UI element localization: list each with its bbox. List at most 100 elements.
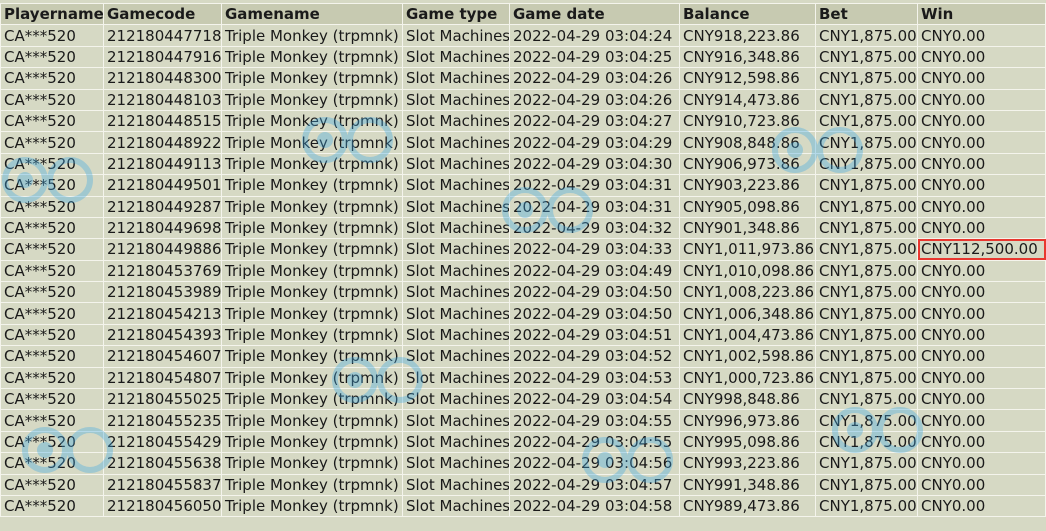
cell-playername: CA***520	[0, 131, 104, 154]
cell-game-type: Slot Machines	[402, 195, 510, 218]
cell-win: CNY0.00	[917, 216, 1046, 240]
cell-gamename: Triple Monkey (trpmnk)	[221, 302, 403, 325]
table-row: CA***520 212180453769 Triple Monkey (trpmn…	[0, 259, 1046, 283]
cell-gamecode: 212180456050	[103, 494, 222, 518]
cell-playername: CA***520	[0, 452, 104, 475]
cell-game-date: 2022-04-29 03:04:55	[509, 409, 680, 432]
cell-game-type: Slot Machines	[402, 323, 510, 347]
cell-playername: CA***520	[0, 216, 104, 240]
cell-gamename: Triple Monkey (trpmnk)	[221, 281, 403, 304]
cell-win: CNY0.00	[917, 281, 1046, 304]
cell-playername: CA***520	[0, 494, 104, 518]
cell-bet: CNY1,875.00	[815, 88, 918, 111]
cell-bet: CNY1,875.00	[815, 452, 918, 475]
cell-gamename: Triple Monkey (trpmnk)	[221, 238, 403, 261]
cell-gamename: Triple Monkey (trpmnk)	[221, 452, 403, 475]
cell-game-date: 2022-04-29 03:04:26	[509, 88, 680, 111]
table-row: CA***520 212180449113 Triple Monkey (trpmn…	[0, 152, 1046, 176]
cell-win: CNY0.00	[917, 452, 1046, 475]
table-row: CA***520 212180455429 Triple Monkey (trpmn…	[0, 430, 1046, 454]
cell-bet: CNY1,875.00	[815, 45, 918, 69]
cell-gamecode: 212180454807	[103, 366, 222, 390]
cell-bet: CNY1,875.00	[815, 366, 918, 390]
cell-game-type: Slot Machines	[402, 88, 510, 111]
cell-gamecode: 212180448300	[103, 67, 222, 90]
cell-balance: CNY1,006,348.86	[679, 302, 816, 325]
cell-playername: CA***520	[0, 323, 104, 347]
cell-balance: CNY996,973.86	[679, 409, 816, 432]
cell-game-date: 2022-04-29 03:04:53	[509, 366, 680, 390]
cell-bet: CNY1,875.00	[815, 281, 918, 304]
cell-gamecode: 212180455429	[103, 430, 222, 454]
cell-balance: CNY914,473.86	[679, 88, 816, 111]
table-row: CA***520 212180449886 Triple Monkey (trpmn…	[0, 238, 1046, 261]
table-row: CA***520 212180455837 Triple Monkey (trpmn…	[0, 473, 1046, 496]
cell-win: CNY0.00	[917, 45, 1046, 69]
column-header-game-date: Game date	[509, 2, 680, 26]
table-row: CA***520 212180455025 Triple Monkey (trpmn…	[0, 388, 1046, 411]
cell-win: CNY0.00	[917, 195, 1046, 218]
cell-playername: CA***520	[0, 430, 104, 454]
cell-balance: CNY901,348.86	[679, 216, 816, 240]
records-page: Playername Gamecode Gamename Game type Game …	[0, 0, 1046, 531]
cell-balance: CNY989,473.86	[679, 494, 816, 518]
cell-bet: CNY1,875.00	[815, 430, 918, 454]
cell-gamecode: 212180447718	[103, 24, 222, 47]
table-row: CA***520 212180448300 Triple Monkey (trpmn…	[0, 67, 1046, 90]
cell-win: CNY0.00	[917, 494, 1046, 518]
cell-gamename: Triple Monkey (trpmnk)	[221, 24, 403, 47]
table-row: CA***520 212180449501 Triple Monkey (trpmn…	[0, 174, 1046, 197]
cell-gamename: Triple Monkey (trpmnk)	[221, 216, 403, 240]
cell-balance: CNY918,223.86	[679, 24, 816, 47]
cell-win: CNY0.00	[917, 409, 1046, 432]
cell-game-date: 2022-04-29 03:04:52	[509, 345, 680, 368]
cell-game-date: 2022-04-29 03:04:56	[509, 452, 680, 475]
cell-game-date: 2022-04-29 03:04:29	[509, 131, 680, 154]
table-header-row: Playername Gamecode Gamename Game type Game …	[0, 2, 1046, 26]
cell-gamecode: 212180448922	[103, 131, 222, 154]
cell-bet: CNY1,875.00	[815, 152, 918, 176]
cell-win: CNY0.00	[917, 345, 1046, 368]
cell-win: CNY0.00	[917, 366, 1046, 390]
cell-gamename: Triple Monkey (trpmnk)	[221, 494, 403, 518]
cell-win: CNY0.00	[917, 473, 1046, 496]
cell-game-date: 2022-04-29 03:04:25	[509, 45, 680, 69]
cell-win: CNY0.00	[917, 174, 1046, 197]
cell-gamename: Triple Monkey (trpmnk)	[221, 388, 403, 411]
cell-balance: CNY1,000,723.86	[679, 366, 816, 390]
cell-bet: CNY1,875.00	[815, 174, 918, 197]
cell-gamename: Triple Monkey (trpmnk)	[221, 109, 403, 133]
cell-playername: CA***520	[0, 45, 104, 69]
cell-gamename: Triple Monkey (trpmnk)	[221, 131, 403, 154]
table-row: CA***520 212180454807 Triple Monkey (trpmn…	[0, 366, 1046, 390]
cell-game-type: Slot Machines	[402, 473, 510, 496]
cell-gamecode: 212180455235	[103, 409, 222, 432]
cell-playername: CA***520	[0, 24, 104, 47]
cell-gamecode: 212180449886	[103, 238, 222, 261]
cell-bet: CNY1,875.00	[815, 109, 918, 133]
cell-gamename: Triple Monkey (trpmnk)	[221, 45, 403, 69]
cell-win: CNY0.00	[917, 259, 1046, 283]
cell-balance: CNY903,223.86	[679, 174, 816, 197]
cell-win: CNY0.00	[917, 152, 1046, 176]
cell-balance: CNY916,348.86	[679, 45, 816, 69]
cell-game-date: 2022-04-29 03:04:58	[509, 494, 680, 518]
column-header-win: Win	[917, 2, 1046, 26]
column-header-game-type: Game type	[402, 2, 510, 26]
cell-playername: CA***520	[0, 67, 104, 90]
cell-game-type: Slot Machines	[402, 409, 510, 432]
cell-gamename: Triple Monkey (trpmnk)	[221, 67, 403, 90]
cell-gamecode: 212180454393	[103, 323, 222, 347]
cell-gamename: Triple Monkey (trpmnk)	[221, 195, 403, 218]
table-row: CA***520 212180454213 Triple Monkey (trpmn…	[0, 302, 1046, 325]
cell-game-type: Slot Machines	[402, 430, 510, 454]
cell-balance: CNY993,223.86	[679, 452, 816, 475]
cell-gamecode: 212180447916	[103, 45, 222, 69]
cell-gamecode: 212180449698	[103, 216, 222, 240]
cell-balance: CNY912,598.86	[679, 67, 816, 90]
cell-gamename: Triple Monkey (trpmnk)	[221, 366, 403, 390]
cell-balance: CNY905,098.86	[679, 195, 816, 218]
cell-game-type: Slot Machines	[402, 216, 510, 240]
cell-gamename: Triple Monkey (trpmnk)	[221, 88, 403, 111]
cell-bet: CNY1,875.00	[815, 131, 918, 154]
